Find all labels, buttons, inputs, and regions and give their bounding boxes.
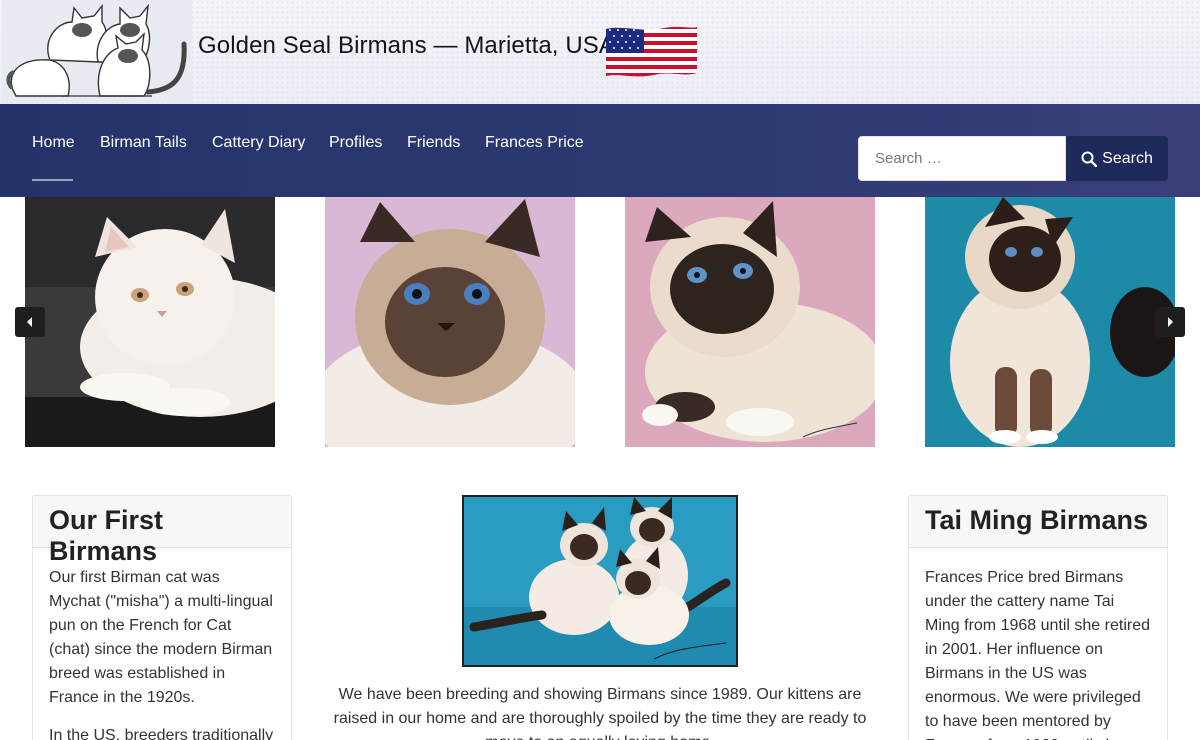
widget-header: Our First Birmans — [33, 496, 291, 566]
chevron-left-icon — [27, 317, 32, 327]
kittens-photo[interactable] — [462, 495, 738, 667]
cat-photo-seal-portrait — [325, 197, 575, 447]
image-carousel — [0, 197, 1200, 447]
widget-body: Frances Price bred Birmans under the cat… — [909, 548, 1167, 740]
widget-our-first-birmans: Our First Birmans Our first Birman cat w… — [32, 495, 292, 740]
widget-paragraph: Our first Birman cat was Mychat ("misha"… — [49, 569, 273, 706]
nav-item-frances-price[interactable]: Frances Price — [485, 134, 584, 152]
carousel-slide[interactable] — [625, 197, 875, 447]
cat-photo-seal-pink — [625, 197, 875, 447]
site-header: Golden Seal Birmans — Marietta, USA — [0, 0, 1200, 104]
widget-body: Our first Birman cat was Mychat ("misha"… — [33, 548, 291, 740]
nav-item-cattery-diary[interactable]: Cattery Diary — [212, 134, 305, 152]
search-button-label: Search — [1102, 149, 1153, 167]
widget-paragraph: Frances Price bred Birmans under the cat… — [925, 569, 1150, 740]
nav-item-profiles[interactable]: Profiles — [329, 134, 382, 152]
cats-sketch-logo[interactable] — [2, 0, 192, 102]
search-input[interactable] — [858, 136, 1066, 181]
cat-photo-cream — [25, 197, 275, 447]
carousel-prev-button[interactable] — [15, 307, 45, 337]
chevron-right-icon — [1168, 317, 1173, 327]
us-flag-icon — [606, 26, 697, 77]
site-title[interactable]: Golden Seal Birmans — Marietta, USA — [198, 32, 615, 60]
search-button[interactable]: Search — [1066, 136, 1168, 181]
nav-item-birman-tails[interactable]: Birman Tails — [100, 134, 187, 152]
carousel-slide[interactable] — [925, 197, 1175, 447]
search-icon — [1081, 151, 1098, 167]
carousel-slide[interactable] — [25, 197, 275, 447]
cat-photo-seal-blue — [925, 197, 1175, 447]
kittens-image — [464, 497, 736, 665]
widget-tai-ming-birmans: Tai Ming Birmans Frances Price bred Birm… — [908, 495, 1168, 740]
widget-title: Tai Ming Birmans — [925, 505, 1149, 535]
active-nav-indicator — [32, 179, 73, 181]
carousel-slide[interactable] — [325, 197, 575, 447]
carousel-next-button[interactable] — [1155, 307, 1185, 337]
nav-item-friends[interactable]: Friends — [407, 134, 460, 152]
main-navigation: Home Birman Tails Cattery Diary Profiles… — [0, 104, 1200, 197]
intro-text: We have been breeding and showing Birman… — [333, 686, 867, 740]
widget-header: Tai Ming Birmans — [909, 496, 1167, 548]
nav-item-home[interactable]: Home — [32, 134, 75, 152]
widget-paragraph: In the US, breeders traditionally — [49, 727, 274, 740]
